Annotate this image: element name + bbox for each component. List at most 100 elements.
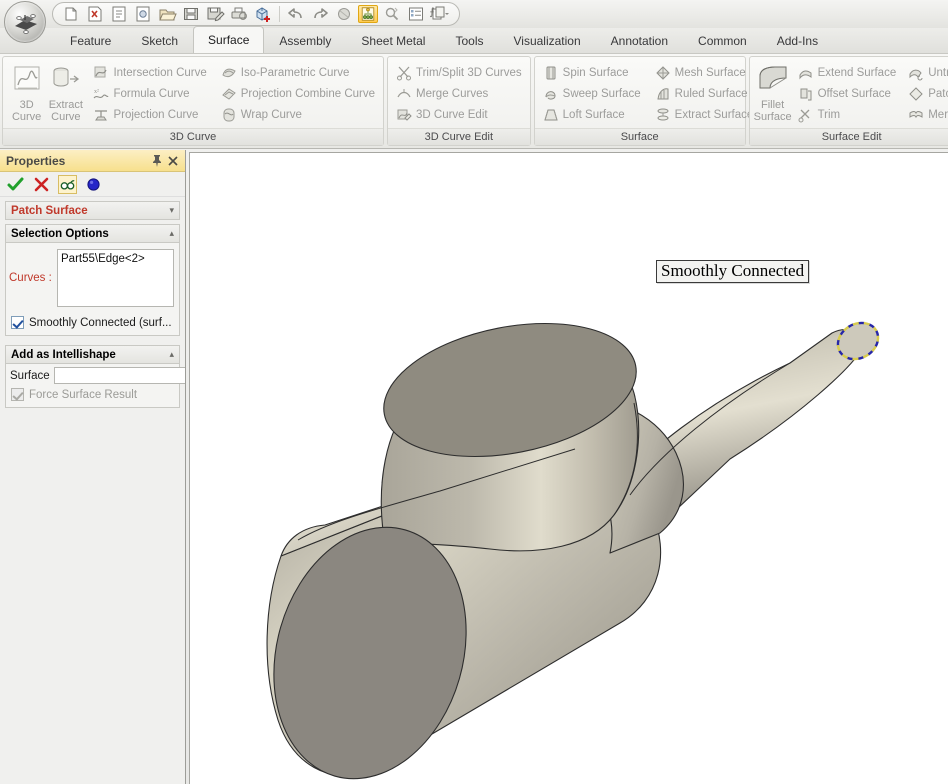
group-header-add-as-intellishape[interactable]: Add as Intellishape ▴ (5, 345, 180, 364)
tab-feature[interactable]: Feature (55, 27, 126, 53)
ribbon-button-fillet-surface[interactable]: Fillet Surface (754, 60, 792, 123)
ribbon-button-extend-surface-label: Extend Surface (817, 66, 897, 79)
undo-icon[interactable] (286, 5, 306, 23)
add-as-intellishape-group: Add as Intellishape ▴ Surface Force Surf… (5, 345, 185, 408)
tab-tools[interactable]: Tools (440, 27, 498, 53)
accept-icon[interactable] (6, 175, 25, 194)
new-assembly-icon[interactable] (133, 5, 153, 23)
ribbon-panel-title-3d-curve-edit: 3D Curve Edit (388, 128, 530, 145)
new-document-icon[interactable] (61, 5, 81, 23)
tab-visualization[interactable]: Visualization (498, 27, 595, 53)
redo-icon[interactable] (310, 5, 330, 23)
tab-surface[interactable]: Surface (193, 26, 265, 53)
ribbon-button-trim-label: Trim (817, 108, 841, 121)
chevron-up-icon[interactable]: ▴ (169, 228, 174, 239)
ribbon-button-sweep-surface[interactable]: Sweep Surface (539, 83, 645, 104)
3d-part-model[interactable] (190, 153, 948, 784)
ribbon-button-loft-surface[interactable]: Loft Surface (539, 104, 645, 125)
ribbon-button-merge-curves-label: Merge Curves (416, 87, 489, 100)
ribbon-button-merge-curves[interactable]: Merge Curves (392, 83, 526, 104)
zoom-tool-icon[interactable] (382, 5, 402, 23)
close-icon[interactable] (165, 153, 181, 169)
ribbon-button-untrim-surface[interactable]: Untri (904, 62, 948, 83)
ribbon-button-extend-surface[interactable]: Extend Surface (794, 62, 901, 83)
surface-input[interactable] (53, 367, 185, 384)
ribbon-button-offset-surface[interactable]: Offset Surface (794, 83, 901, 104)
cancel-icon[interactable] (32, 175, 51, 194)
new-drawing-icon[interactable] (109, 5, 129, 23)
properties-toolbar (0, 172, 185, 197)
ribbon-button-intersection-curve-label: Intersection Curve (113, 66, 207, 79)
ribbon-button-trim-split-3d-curves-label: Trim/Split 3D Curves (416, 66, 522, 79)
list-view-icon[interactable] (406, 5, 426, 23)
projection-combine-curve-icon (221, 86, 237, 102)
ribbon-button-patch-surface[interactable]: Patch (904, 83, 948, 104)
untrim-surface-icon (908, 65, 924, 81)
ribbon-button-intersection-curve[interactable]: Intersection Curve (89, 62, 210, 83)
blue-dot-icon[interactable] (84, 175, 103, 194)
surface-row: Surface (6, 364, 185, 387)
tab-sheet-metal[interactable]: Sheet Metal (346, 27, 440, 53)
ribbon-button-spin-surface-label: Spin Surface (562, 66, 629, 79)
ribbon-button-wrap-curve-label: Wrap Curve (240, 108, 302, 121)
ribbon-panel-3d-curve-edit: Trim/Split 3D Curves Merge Curves 3D Cur… (387, 56, 531, 146)
ribbon-button-formula-curve[interactable]: x² Formula Curve (89, 83, 210, 104)
extend-surface-icon (798, 65, 814, 81)
ribbon-panel-surface: Spin Surface Sweep Surface Loft Surface (533, 56, 753, 146)
label-line-1: 3D (19, 99, 34, 111)
ribbon-button-extract-surface[interactable]: Extract Surface (651, 104, 758, 125)
print-preview-icon[interactable] (229, 5, 249, 23)
tab-common[interactable]: Common (683, 27, 762, 53)
chevron-down-icon[interactable]: ▾ (169, 205, 174, 216)
chevron-up-icon[interactable]: ▴ (169, 349, 174, 360)
surface-label: Surface (10, 369, 50, 382)
smoothly-connected-tooltip: Smoothly Connected (656, 260, 810, 283)
feature-selector[interactable]: Patch Surface ▾ (5, 201, 180, 220)
ribbon-button-3d-curve-edit[interactable]: 3D Curve Edit (392, 104, 526, 125)
properties-panel-title: Properties (6, 153, 66, 168)
tab-annotation[interactable]: Annotation (596, 27, 683, 53)
save-icon[interactable] (181, 5, 201, 23)
ribbon-button-spin-surface[interactable]: Spin Surface (539, 62, 645, 83)
open-icon[interactable] (157, 5, 177, 23)
iso-parametric-curve-icon (221, 65, 237, 81)
ribbon-button-projection-curve[interactable]: Projection Curve (89, 104, 210, 125)
label-line-2: Curve (11, 111, 42, 123)
tab-add-ins[interactable]: Add-Ins (762, 27, 833, 53)
ribbon-button-3d-curve[interactable]: 3D Curve (7, 60, 46, 123)
curves-input[interactable]: Part55\Edge<2> (57, 249, 174, 307)
ribbon-button-extract-curve[interactable]: Extract Curve (46, 60, 85, 123)
smoothly-connected-checkbox[interactable] (11, 316, 24, 329)
feature-tree-icon[interactable] (358, 5, 378, 23)
add-part-icon[interactable] (253, 5, 273, 23)
tab-assembly[interactable]: Assembly (264, 27, 346, 53)
ribbon-button-merge-surface-label: Merg (928, 108, 948, 121)
ribbon-button-iso-parametric-curve[interactable]: Iso-Parametric Curve (217, 62, 379, 83)
new-part-icon[interactable] (85, 5, 105, 23)
preview-glasses-icon[interactable] (58, 174, 77, 194)
refresh-icon[interactable] (334, 5, 354, 23)
ribbon-button-merge-surface[interactable]: Merg (904, 104, 948, 125)
selection-options-title: Selection Options (11, 227, 109, 240)
ribbon-button-ruled-surface[interactable]: Ruled Surface (651, 83, 758, 104)
sweep-surface-icon (543, 86, 559, 102)
smoothly-connected-label: Smoothly Connected (surf... (29, 316, 172, 329)
loft-surface-icon (543, 107, 559, 123)
quick-access-overflow-button[interactable]: ⨍ (424, 4, 440, 22)
save-as-icon[interactable] (205, 5, 225, 23)
ribbon-button-projection-combine-curve[interactable]: Projection Combine Curve (217, 83, 379, 104)
ribbon-button-trim-split-3d-curves[interactable]: Trim/Split 3D Curves (392, 62, 526, 83)
ribbon-button-patch-surface-label: Patch (928, 87, 948, 100)
ribbon-panel-title-surface: Surface (534, 128, 745, 145)
smoothly-connected-row[interactable]: Smoothly Connected (surf... (6, 311, 179, 335)
ribbon-button-trim[interactable]: Trim (794, 104, 901, 125)
pin-icon[interactable] (149, 153, 165, 169)
ribbon-button-iso-parametric-curve-label: Iso-Parametric Curve (240, 66, 350, 79)
3d-viewport[interactable]: Smoothly Connected (189, 152, 948, 784)
app-logo-icon[interactable] (4, 1, 46, 43)
ribbon-button-mesh-surface[interactable]: Mesh Surface (651, 62, 758, 83)
group-header-selection-options[interactable]: Selection Options ▴ (5, 224, 180, 243)
svg-text:x²: x² (94, 89, 99, 95)
ribbon-button-wrap-curve[interactable]: Wrap Curve (217, 104, 379, 125)
tab-sketch[interactable]: Sketch (126, 27, 193, 53)
